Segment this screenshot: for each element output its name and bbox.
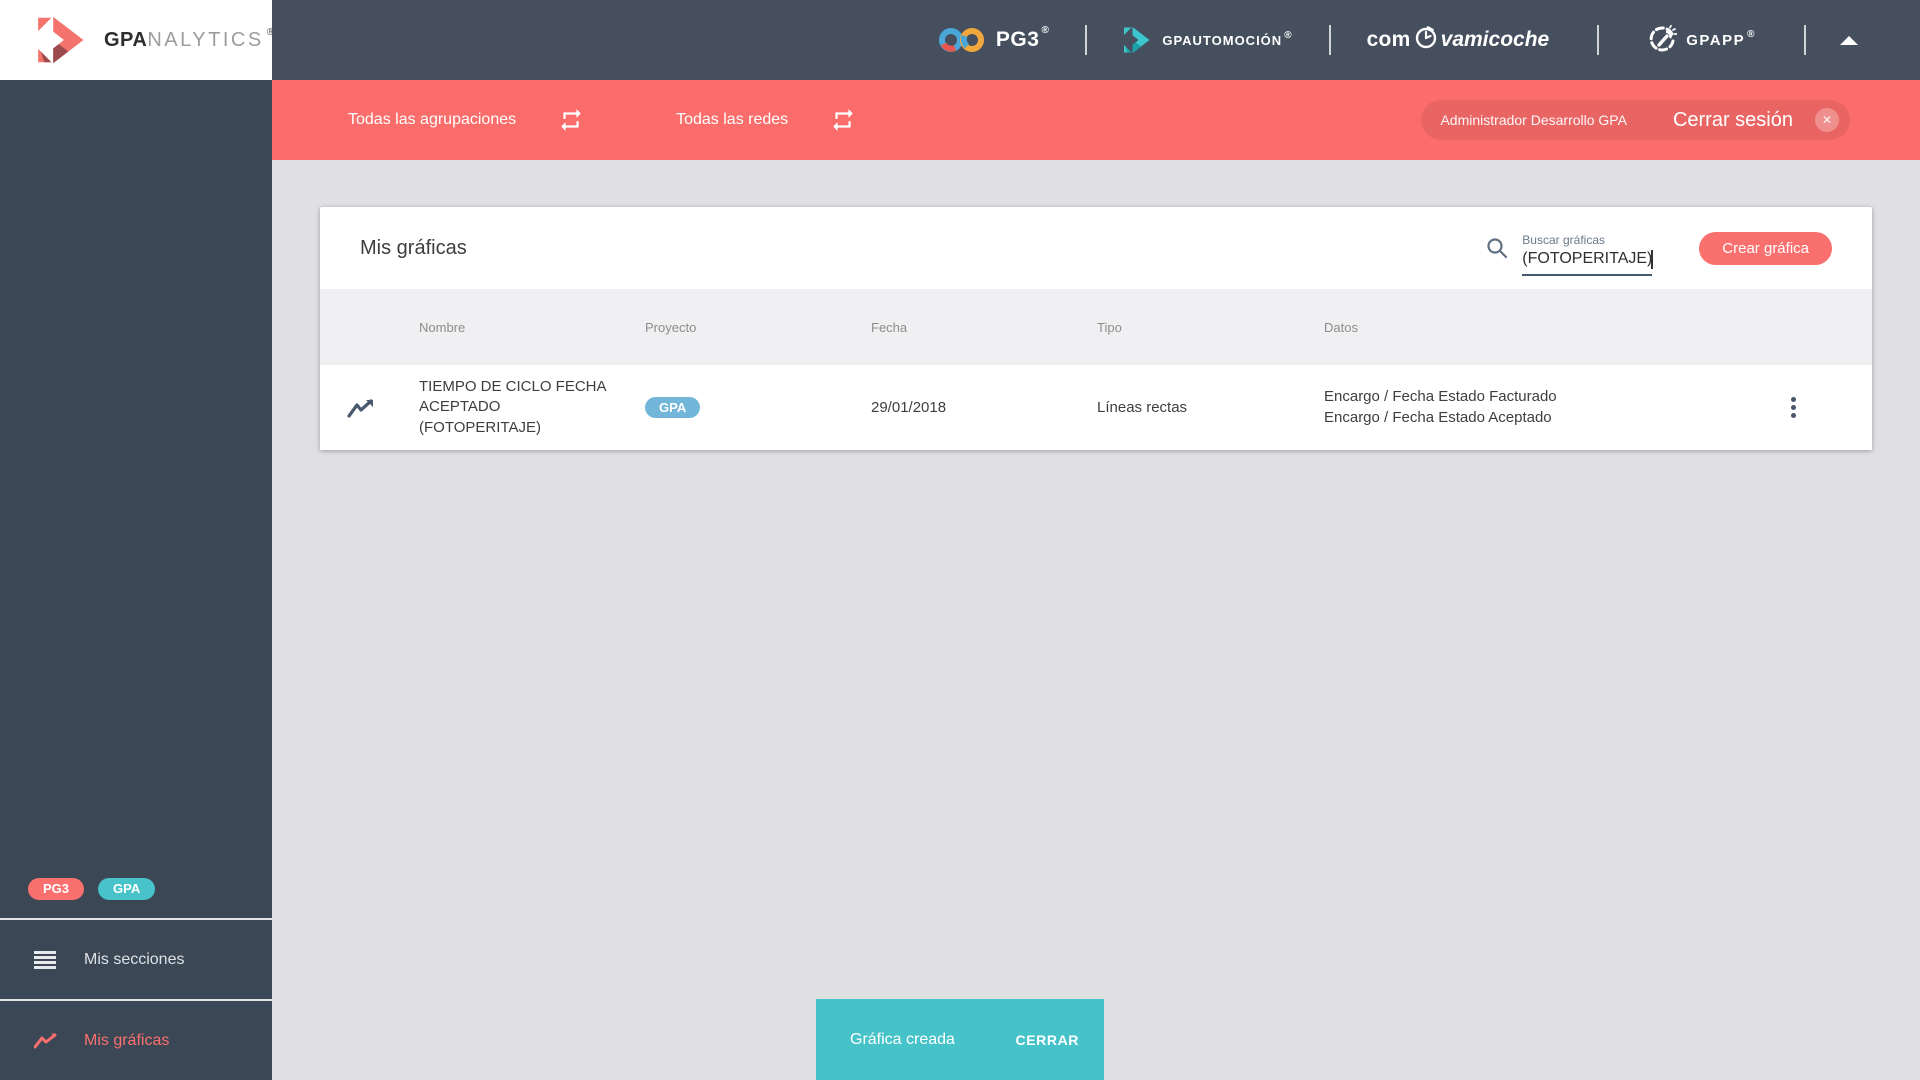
table-row[interactable]: TIEMPO DE CICLO FECHA ACEPTADO (FOTOPERI… — [320, 365, 1872, 450]
stopwatch-icon — [1411, 24, 1441, 56]
search-input[interactable] — [1522, 249, 1653, 276]
row-chart-icon — [320, 398, 419, 418]
column-header-tipo: Tipo — [1097, 319, 1122, 335]
sidebar-bottom: PG3 GPA Mis secciones Mis gráficas — [0, 878, 272, 1080]
toolbar-right: Buscar gráficas Crear gráfica — [1485, 220, 1832, 276]
filter-bar: Todas las agrupaciones Todas las redes A… — [272, 80, 1920, 160]
row-name-cell: TIEMPO DE CICLO FECHA ACEPTADO (FOTOPERI… — [419, 377, 645, 438]
card-toolbar: Mis gráficas Buscar gráficas Crear gráfi… — [320, 207, 1872, 289]
gpapp-logo[interactable]: GPAPP ® — [1647, 25, 1756, 55]
groupings-label: Todas las agrupaciones — [348, 111, 517, 128]
pg3-badge: PG3 — [28, 878, 85, 900]
project-badge: GPA — [645, 397, 701, 418]
logout-button[interactable]: Cerrar sesión — [1673, 109, 1793, 132]
sidebar: GPA NALYTICS ® PG3 GPA Mis secciones Mis… — [0, 0, 275, 1080]
collapse-up-icon[interactable] — [1840, 35, 1858, 45]
data-series-2: Encargo / Fecha Estado Aceptado — [1324, 408, 1552, 426]
column-header-fecha: Fecha — [871, 319, 908, 335]
text-caret — [1651, 250, 1654, 269]
row-type-cell: Líneas rectas — [1097, 399, 1188, 416]
page-title: Mis gráficas — [360, 236, 467, 259]
wrench-gauge-icon — [1647, 25, 1678, 55]
chart-name: TIEMPO DE CICLO FECHA ACEPTADO (FOTOPERI… — [419, 378, 606, 436]
gpanalytics-logo: GPA NALYTICS ® — [0, 0, 275, 80]
pg3-wordmark: PG3 ® — [995, 25, 1050, 51]
column-header-proyecto: Proyecto — [645, 319, 697, 335]
separator — [1804, 25, 1806, 55]
gpa-badge: GPA — [98, 878, 156, 900]
separator — [1597, 25, 1600, 55]
gpanalytics-wordmark: GPA NALYTICS ® — [104, 26, 275, 51]
column-header-datos: Datos — [1324, 319, 1358, 335]
gpanalytics-arrow-icon — [36, 16, 90, 64]
separator — [1085, 25, 1088, 55]
groupings-filter[interactable]: Todas las agrupaciones — [348, 107, 584, 133]
swap-icon — [830, 107, 856, 133]
menu-icon — [34, 950, 58, 969]
pg3-logo[interactable]: PG3 ® — [938, 25, 1050, 54]
search-icon[interactable] — [1485, 236, 1509, 260]
data-series-1: Encargo / Fecha Estado Facturado — [1324, 387, 1557, 405]
table-header: Nombre Proyecto Fecha Tipo Datos — [320, 289, 1872, 365]
row-data-cell: Encargo / Fecha Estado Facturado Encargo… — [1324, 387, 1715, 428]
sidebar-item-label: Mis secciones — [84, 950, 185, 968]
sidebar-item-mis-graficas[interactable]: Mis gráficas — [0, 1001, 272, 1080]
row-date-cell: 29/01/2018 — [871, 399, 947, 416]
gpautomocion-logo[interactable]: GPAUTOMOCIÓN ® — [1123, 26, 1292, 54]
swap-icon — [558, 107, 584, 133]
gpautomocion-wordmark: GPAUTOMOCIÓN ® — [1162, 29, 1293, 48]
pg3-infinity-icon — [938, 26, 986, 54]
networks-label: Todas las redes — [676, 111, 789, 128]
snackbar: Gráfica creada CERRAR — [816, 999, 1104, 1080]
session-pill: Administrador Desarrollo GPA Cerrar sesi… — [1421, 100, 1850, 140]
create-chart-button[interactable]: Crear gráfica — [1699, 231, 1832, 265]
graficas-card: Mis gráficas Buscar gráficas Crear gráfi… — [320, 207, 1872, 450]
logout-close-icon[interactable]: ✕ — [1815, 108, 1839, 132]
row-menu-cell — [1715, 391, 1872, 424]
comprovamicoche-logo[interactable]: com vamicoche — [1366, 24, 1550, 56]
snackbar-close-button[interactable]: CERRAR — [1006, 1026, 1090, 1054]
environment-badges: PG3 GPA — [0, 878, 272, 918]
chart-line-icon — [34, 1033, 58, 1049]
user-name: Administrador Desarrollo GPA — [1440, 112, 1627, 128]
comprova-post-text: vamicoche — [1440, 28, 1550, 51]
comprova-pre-text: com — [1366, 28, 1411, 51]
snackbar-message: Gráfica creada — [850, 1030, 955, 1048]
search-label: Buscar gráficas — [1522, 233, 1605, 247]
row-menu-icon[interactable] — [1785, 391, 1802, 424]
separator — [1328, 25, 1331, 55]
sidebar-item-mis-secciones[interactable]: Mis secciones — [0, 920, 272, 999]
row-project-cell: GPA — [645, 397, 871, 418]
networks-filter[interactable]: Todas las redes — [676, 107, 856, 133]
gpautomocion-arrow-icon — [1123, 26, 1153, 54]
search-field: Buscar gráficas — [1522, 220, 1654, 276]
topbar: PG3 ® GPAUTOMOCIÓN ® com vamicoche GPAPP… — [272, 0, 1920, 80]
sidebar-item-label: Mis gráficas — [84, 1031, 170, 1049]
column-header-nombre: Nombre — [419, 319, 466, 335]
gpapp-wordmark: GPAPP ® — [1686, 28, 1756, 49]
